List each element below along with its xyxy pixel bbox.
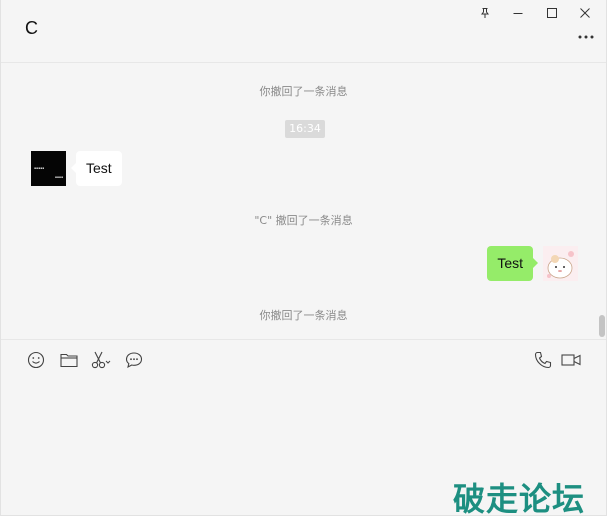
system-message: "C" 撤回了一条消息 [254,214,353,227]
contact-avatar[interactable]: ▪▪▪▪▪ ▪▪▪▪ [31,151,66,186]
more-icon[interactable] [576,30,596,44]
pin-icon[interactable] [470,2,500,24]
system-message: 你撤回了一条消息 [259,85,348,98]
scrollbar[interactable] [599,315,605,337]
message-list[interactable]: 你撤回了一条消息 16:34 ▪▪▪▪▪ ▪▪▪▪ Test "C" 撤回了一条… [1,63,606,338]
folder-icon[interactable] [59,350,79,370]
window-controls [470,2,600,24]
minimize-icon[interactable] [503,2,533,24]
avatar-text-decoration: ▪▪▪▪ [54,175,63,179]
system-message: 你撤回了一条消息 [259,309,348,322]
close-icon[interactable] [570,2,600,24]
title-bar: C [1,0,606,63]
phone-icon[interactable] [533,350,553,370]
avatar-text-decoration: ▪▪▪▪▪ [34,166,45,170]
chat-bubble-icon[interactable] [124,350,144,370]
chat-title: C [25,18,38,38]
scissors-icon[interactable] [91,350,111,370]
video-icon[interactable] [561,350,581,370]
sent-message-bubble[interactable]: Test [487,246,538,281]
message-timestamp: 16:34 [285,120,325,138]
chat-window: C 你撤回了一条消息 16:34 ▪▪▪▪▪ ▪▪▪▪ Test "C" 撤回了… [0,0,607,516]
my-avatar[interactable] [543,246,578,281]
watermark: 破走论坛 [453,480,586,516]
emoji-icon[interactable] [26,350,46,370]
input-divider [1,339,606,340]
maximize-icon[interactable] [537,2,567,24]
received-message-bubble[interactable]: Test [71,151,122,186]
